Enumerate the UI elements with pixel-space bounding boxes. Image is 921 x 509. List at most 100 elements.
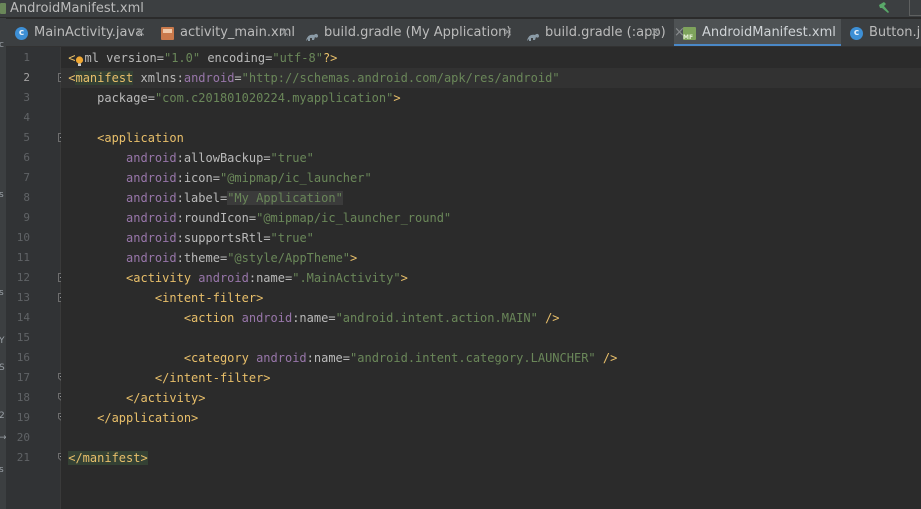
line-number: 8 bbox=[23, 191, 30, 204]
code-token: :allowBackup bbox=[176, 151, 264, 165]
code-token: ".MainActivity" bbox=[292, 271, 401, 285]
code-token: </intent-filter> bbox=[154, 371, 271, 385]
line-number: 6 bbox=[23, 151, 30, 164]
gradle-icon bbox=[526, 27, 539, 41]
code-token: "1.0" bbox=[163, 51, 201, 65]
close-tab-icon[interactable]: × bbox=[674, 19, 685, 46]
code-token: "http://schemas.android.com/apk/res/andr… bbox=[241, 71, 560, 85]
code-token: :icon bbox=[176, 171, 213, 185]
code-line[interactable]: < ml version="1.0" encoding="utf-8"?> bbox=[61, 48, 921, 68]
tab-build-gradle-app[interactable]: build.gradle (:app) × bbox=[517, 19, 674, 46]
code-line[interactable]: <manifest xmlns:android="http://schemas.… bbox=[61, 68, 921, 88]
code-token: :theme bbox=[176, 251, 220, 265]
code-line[interactable]: android:roundIcon="@mipmap/ic_launcher_r… bbox=[61, 208, 921, 228]
code-line[interactable]: <action android:name="android.intent.act… bbox=[61, 308, 921, 328]
code-token: android bbox=[126, 251, 177, 265]
code-token: encoding bbox=[200, 51, 266, 65]
code-token: version bbox=[106, 51, 157, 65]
code-token: ?> bbox=[322, 51, 338, 65]
code-token: <intent-filter> bbox=[154, 291, 264, 305]
code-token: = bbox=[147, 91, 155, 105]
code-token: "true" bbox=[270, 151, 314, 165]
close-tab-icon[interactable]: × bbox=[650, 19, 661, 46]
side-strip-label[interactable]: s bbox=[0, 465, 4, 475]
code-token: :name bbox=[306, 351, 343, 365]
code-token: < bbox=[68, 51, 76, 65]
code-editor[interactable]: < ml version="1.0" encoding="utf-8"?> <ma… bbox=[61, 47, 921, 509]
close-tab-icon[interactable]: × bbox=[279, 19, 290, 46]
line-number: 12 bbox=[16, 271, 30, 284]
tab-androidmanifest-xml[interactable]: AndroidManifest.xml × bbox=[674, 19, 841, 46]
line-number: 3 bbox=[23, 91, 30, 104]
code-token: "android.intent.category.LAUNCHER" bbox=[350, 351, 596, 365]
side-strip-label[interactable]: 2 bbox=[0, 411, 5, 421]
tab-activity-main-xml[interactable]: activity_main.xml × bbox=[152, 19, 296, 46]
code-line[interactable] bbox=[61, 108, 921, 128]
code-token: = bbox=[156, 51, 164, 65]
code-line[interactable]: android:theme="@style/AppTheme"> bbox=[61, 248, 921, 268]
code-token: = bbox=[328, 311, 336, 325]
code-token: > bbox=[400, 271, 408, 285]
code-line[interactable] bbox=[61, 328, 921, 348]
code-line[interactable]: </intent-filter> bbox=[61, 368, 921, 388]
code-line[interactable] bbox=[61, 428, 921, 448]
line-number: 18 bbox=[16, 391, 30, 404]
editor-tab-bar: c MainActivity.java × activity_main.xml × bui… bbox=[6, 19, 921, 47]
code-token: /> bbox=[595, 351, 618, 365]
code-token: > bbox=[350, 251, 358, 265]
code-token: = bbox=[212, 171, 220, 185]
close-tab-icon[interactable]: × bbox=[135, 19, 146, 46]
tab-button-ja[interactable]: c Button.ja bbox=[841, 19, 921, 46]
side-strip-label[interactable]: S bbox=[0, 363, 5, 373]
build-hammer-icon[interactable] bbox=[877, 0, 891, 14]
code-token: android bbox=[183, 71, 235, 85]
path-file-label[interactable]: AndroidManifest.xml bbox=[10, 0, 144, 17]
close-tab-icon[interactable]: × bbox=[502, 19, 513, 46]
tab-mainactivity-java[interactable]: c MainActivity.java × bbox=[6, 19, 152, 46]
tab-label: MainActivity.java bbox=[34, 25, 144, 40]
code-line[interactable]: <intent-filter> bbox=[61, 288, 921, 308]
code-line[interactable]: </application> bbox=[61, 408, 921, 428]
side-strip-label[interactable]: s bbox=[0, 190, 4, 200]
code-token: <application bbox=[97, 131, 184, 145]
code-line[interactable]: <activity android:name=".MainActivity"> bbox=[61, 268, 921, 288]
code-token: :label bbox=[176, 191, 220, 205]
code-line[interactable]: </activity> bbox=[61, 388, 921, 408]
code-line[interactable]: android:label="My Application" bbox=[61, 188, 921, 208]
code-token: :name bbox=[292, 311, 329, 325]
code-token: package bbox=[97, 91, 148, 105]
code-token: "My Application" bbox=[227, 191, 343, 205]
code-line[interactable]: android:icon="@mipmap/ic_launcher" bbox=[61, 168, 921, 188]
line-number: 17 bbox=[16, 371, 30, 384]
gradle-icon bbox=[305, 27, 318, 41]
line-number: 19 bbox=[16, 411, 30, 424]
code-line[interactable]: package="com.c201801020224.myapplication… bbox=[61, 88, 921, 108]
code-line[interactable]: <category android:name="android.intent.c… bbox=[61, 348, 921, 368]
line-number-gutter[interactable]: 1 2 3 4 5 6 7 8 9 10 11 12 13 14 15 16 17 18 19 20 21 bbox=[6, 47, 67, 509]
tab-label: build.gradle (My Application) bbox=[324, 25, 512, 40]
code-line[interactable]: </manifest> bbox=[61, 448, 921, 468]
line-number: 1 bbox=[23, 51, 30, 64]
code-line[interactable]: android:allowBackup="true" bbox=[61, 148, 921, 168]
code-token: "true" bbox=[270, 231, 314, 245]
line-number: 14 bbox=[16, 311, 30, 324]
code-token: > bbox=[393, 91, 401, 105]
code-line[interactable]: android:supportsRtl="true" bbox=[61, 228, 921, 248]
code-token: android bbox=[126, 151, 177, 165]
tab-build-gradle-my-application[interactable]: build.gradle (My Application) × bbox=[296, 19, 517, 46]
toolbar-overflow[interactable] bbox=[909, 0, 921, 16]
side-strip-label[interactable]: c bbox=[0, 40, 4, 50]
manifest-icon bbox=[683, 27, 696, 41]
line-number: 2 bbox=[23, 71, 30, 84]
side-strip-label[interactable]: s bbox=[0, 288, 4, 298]
code-line[interactable]: <application bbox=[61, 128, 921, 148]
side-strip-label[interactable]: Y bbox=[0, 336, 5, 346]
